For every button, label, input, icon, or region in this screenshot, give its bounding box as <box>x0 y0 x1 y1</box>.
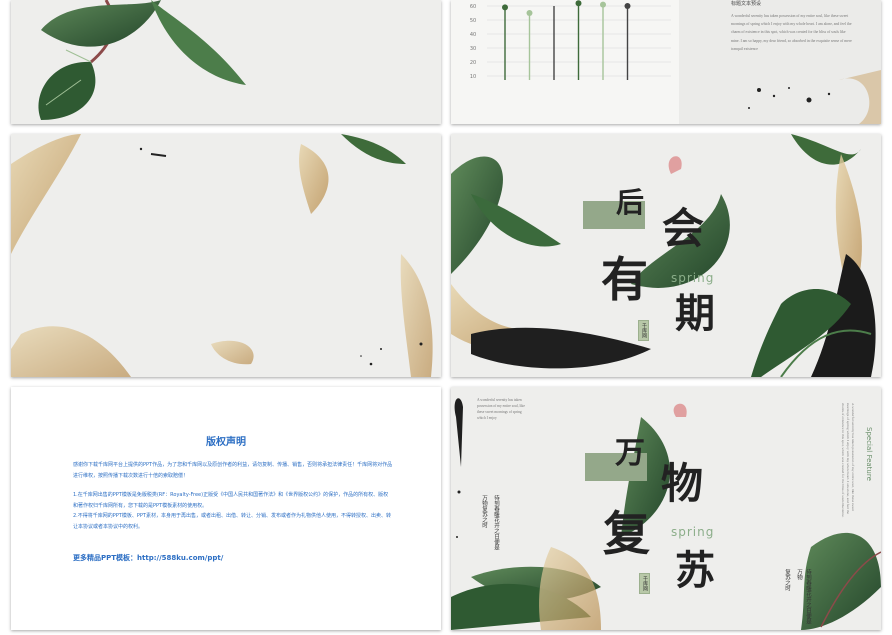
copyright-paragraph-1: 感谢你下载千库网平台上提供的PPT作品，为了您和千库网以及原创作者的利益，请勿复… <box>73 462 393 479</box>
slide-thumbnail-spring-2[interactable]: A wonderful serenity has taken possessio… <box>451 387 881 630</box>
title-char-3: 有 <box>601 253 648 308</box>
copyright-paragraph-2: 1.在千库网出售的PPT模板是免版税类(RF：Royalty-Free)正版受《… <box>73 492 389 509</box>
y-tick-label: 20 <box>470 60 476 66</box>
slide-thumbnail-copyright[interactable]: 版权声明 感谢你下载千库网平台上提供的PPT作品，为了您和千库网以及原创作者的利… <box>11 387 441 630</box>
intro-english-text: A wonderful serenity has taken possessio… <box>477 398 525 420</box>
title-char-4: 苏 <box>675 548 715 594</box>
y-tick-label: 50 <box>470 18 476 24</box>
chart-panel: 60 50 40 30 20 10 <box>451 0 679 124</box>
chart-text-title: 标题文本预设 <box>731 1 762 7</box>
y-tick-label: 60 <box>470 4 476 10</box>
vertical-caption-left-1: 待到春暖花开之日便是 <box>493 495 499 550</box>
lollipop-point <box>526 10 533 16</box>
copyright-title: 版权声明 <box>206 437 246 448</box>
slide-thumbnail-blank[interactable] <box>11 134 441 377</box>
brand-tag: 千库网 <box>639 573 650 594</box>
lollipop-point <box>575 0 582 7</box>
lollipop-chart: 60 50 40 30 20 10 <box>470 0 671 80</box>
leaf-illustration <box>38 0 246 120</box>
vertical-caption-left-2: 万物复苏之时 <box>481 495 487 528</box>
plant-illustration <box>451 398 881 630</box>
gold-brush-decoration <box>11 134 433 377</box>
vertical-caption-right-1: 待到春暖花开之日便是万物 <box>796 569 811 624</box>
slide-thumbnail-leaves[interactable] <box>11 0 441 124</box>
lollipop-point <box>600 1 606 8</box>
slide-thumbnail-spring-1[interactable]: 后 会 有 spring 期 千库网 <box>451 134 881 377</box>
chart-text-body: A wonderful serenity has taken possessio… <box>731 14 852 51</box>
plant-illustration <box>451 134 876 377</box>
special-feature-label: Special Feature <box>865 427 873 481</box>
more-templates-link[interactable]: 更多精品PPT模板：http://588ku.com/ppt/ <box>73 553 223 563</box>
lollipop-point <box>502 4 508 11</box>
spring-label: spring <box>671 271 715 285</box>
title-char-2: 会 <box>662 204 705 253</box>
y-tick-label: 40 <box>470 32 476 38</box>
copyright-paragraph-3: 2.不得将千库网的PPT模板、PPT素材，本身用于再出售，或者出租、出借、转让、… <box>73 513 391 530</box>
vertical-caption-right-2: 复苏之时 <box>784 569 790 591</box>
vertical-english-text: A wonderful serenity has taken possessio… <box>841 403 855 518</box>
title-char-1: 后 <box>616 186 645 219</box>
y-tick-label: 10 <box>470 74 476 80</box>
title-char-3: 复 <box>603 507 650 562</box>
spring-label: spring <box>671 525 715 539</box>
lollipop-point <box>624 3 631 9</box>
y-tick-label: 30 <box>470 46 476 52</box>
text-panel: 标题文本预设 A wonderful serenity has taken po… <box>679 0 881 124</box>
brand-tag: 千库网 <box>638 320 649 341</box>
title-char-4: 期 <box>675 291 715 337</box>
slide-thumbnail-chart[interactable]: 60 50 40 30 20 10 标题文本预设 A wonderful serenity… <box>451 0 881 124</box>
title-char-1: 万 <box>615 436 645 471</box>
title-char-2: 物 <box>661 459 704 508</box>
